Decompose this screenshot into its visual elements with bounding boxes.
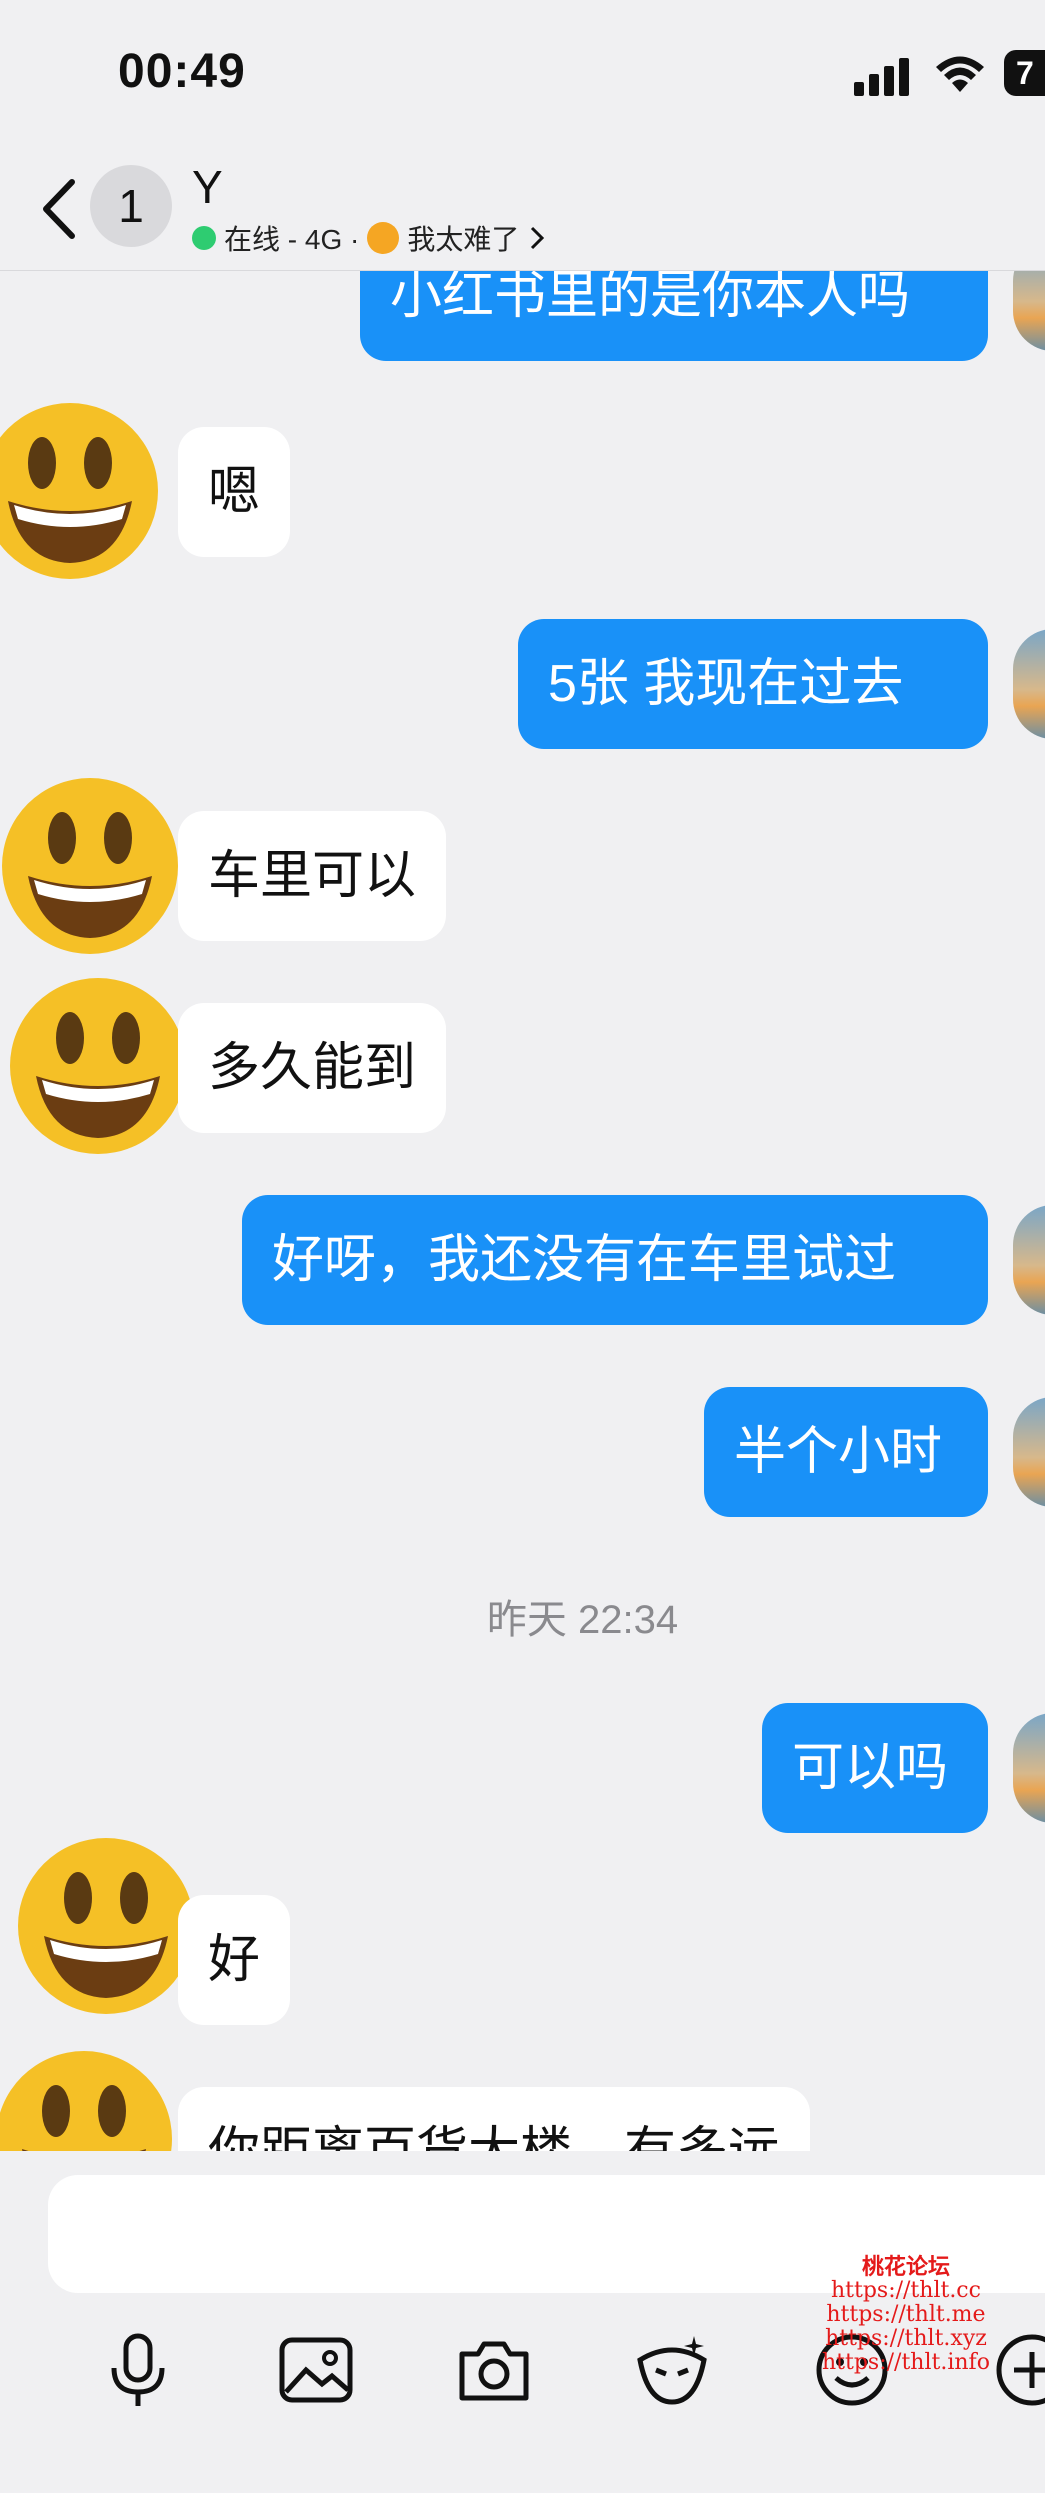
message-bubble-received[interactable]: 嗯 xyxy=(178,427,291,557)
battery-indicator: 7 xyxy=(1004,50,1045,96)
cellular-signal-icon xyxy=(854,56,914,96)
online-status-icon xyxy=(192,226,216,250)
message-bubble-received[interactable]: 多久能到 xyxy=(178,1003,447,1133)
microphone-icon[interactable] xyxy=(98,2330,178,2410)
unread-count-badge[interactable]: 1 xyxy=(90,165,172,247)
message-list[interactable]: 小红书里的是你本人吗 嗯 5张 我现在过去 车里可以 多久能到 好呀，我还没有在… xyxy=(0,271,1045,2151)
plus-icon[interactable] xyxy=(992,2330,1045,2410)
contact-avatar-smiley-icon[interactable] xyxy=(0,776,180,956)
watermark-url: https://thlt.cc xyxy=(830,2278,981,2303)
status-bar: 00:49 7 xyxy=(0,0,1045,150)
message-bubble-received[interactable]: 你距离百货大楼，有多远 xyxy=(178,2087,811,2151)
crying-emoji-icon xyxy=(367,222,400,254)
contact-name[interactable]: Y xyxy=(192,160,223,214)
status-text: 我太难了 xyxy=(407,224,520,255)
camera-icon[interactable] xyxy=(454,2330,534,2410)
message-timestamp: 昨天 22:34 xyxy=(486,1598,679,1642)
presence-text: 在线 - 4G · xyxy=(224,224,360,255)
chevron-right-icon xyxy=(531,226,545,250)
message-bubble-received[interactable]: 车里可以 xyxy=(178,811,447,941)
watermark-url: https://thlt.me xyxy=(826,2302,986,2327)
watermark: 桃花论坛 https://thlt.cc https://thlt.me htt… xyxy=(822,2255,990,2375)
message-bubble-received[interactable]: 好 xyxy=(178,1895,291,2025)
contact-avatar-smiley-icon[interactable] xyxy=(8,976,188,1156)
my-avatar[interactable] xyxy=(1013,1397,1045,1507)
watermark-url: https://thlt.xyz xyxy=(825,2326,987,2351)
sticker-icon[interactable] xyxy=(632,2330,712,2410)
contact-avatar-smiley-icon[interactable] xyxy=(0,401,160,581)
back-chevron-icon[interactable] xyxy=(36,176,80,242)
message-bubble-sent[interactable]: 可以吗 xyxy=(762,1703,988,1833)
message-bubble-sent[interactable]: 半个小时 xyxy=(704,1387,988,1517)
my-avatar[interactable] xyxy=(1013,1713,1045,1823)
message-bubble-sent[interactable]: 好呀，我还没有在车里试过 xyxy=(242,1195,988,1325)
clock: 00:49 xyxy=(118,45,246,98)
my-avatar[interactable] xyxy=(1013,629,1045,739)
contact-status[interactable]: 在线 - 4G · 我太难了 xyxy=(192,218,547,258)
contact-avatar-smiley-icon[interactable] xyxy=(0,2049,174,2151)
my-avatar[interactable] xyxy=(1013,1205,1045,1315)
watermark-title: 桃花论坛 xyxy=(861,2254,950,2280)
my-avatar[interactable] xyxy=(1013,271,1045,351)
image-icon[interactable] xyxy=(276,2330,356,2410)
contact-avatar-smiley-icon[interactable] xyxy=(16,1836,196,2016)
watermark-url: https://thlt.info xyxy=(822,2350,990,2375)
message-bubble-sent[interactable]: 小红书里的是你本人吗 xyxy=(360,271,988,361)
message-bubble-sent[interactable]: 5张 我现在过去 xyxy=(518,619,988,749)
wifi-icon xyxy=(936,56,984,92)
